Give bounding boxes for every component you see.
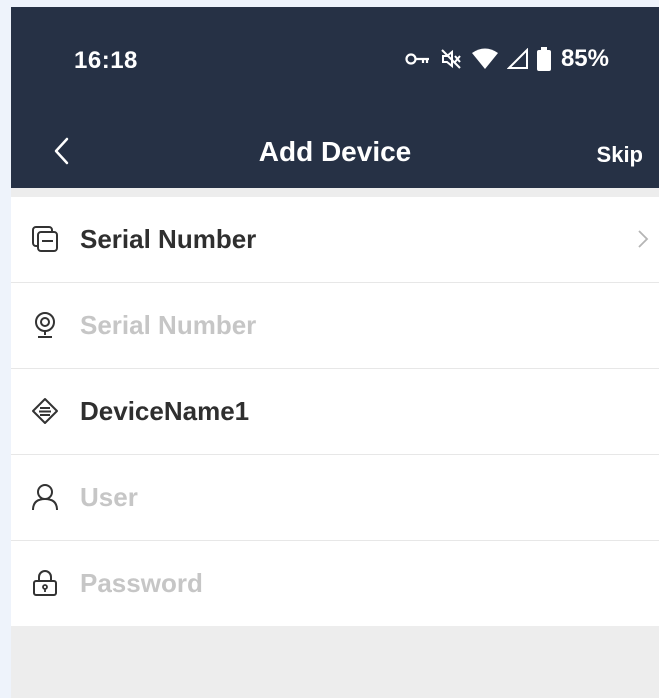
status-icons: 85% [405, 45, 609, 73]
page-title: Add Device [258, 136, 412, 167]
serial-number-input[interactable] [80, 303, 620, 347]
serial-number-row [11, 283, 659, 369]
vpn-key-icon [405, 52, 431, 66]
device-name-input[interactable] [80, 389, 620, 433]
status-bar: 16:18 85% [11, 7, 659, 112]
password-input[interactable] [80, 561, 620, 605]
battery-percent: 85% [560, 45, 609, 72]
user-row [11, 455, 659, 541]
app-screen: 16:18 85% Add Device Skip Serial Number … [11, 7, 659, 698]
camera-icon [31, 311, 59, 339]
status-time: 16:18 [74, 47, 138, 74]
cell-signal-icon [506, 48, 529, 70]
device-name-icon [31, 397, 59, 425]
battery-icon [536, 47, 551, 71]
lock-icon [31, 569, 59, 597]
user-icon [31, 483, 59, 511]
mode-label: Serial Number [80, 224, 257, 254]
copy-icon [31, 225, 59, 253]
add-device-form: Serial Number [11, 197, 659, 626]
device-name-row [11, 369, 659, 455]
chevron-right-icon [637, 229, 649, 249]
nav-bar: Add Device Skip [11, 112, 659, 188]
mode-select-row[interactable]: Serial Number [11, 197, 659, 283]
password-row [11, 541, 659, 626]
user-input[interactable] [80, 475, 620, 519]
wifi-icon [471, 48, 499, 70]
skip-button[interactable]: Skip [597, 142, 643, 168]
mute-icon [439, 47, 463, 71]
